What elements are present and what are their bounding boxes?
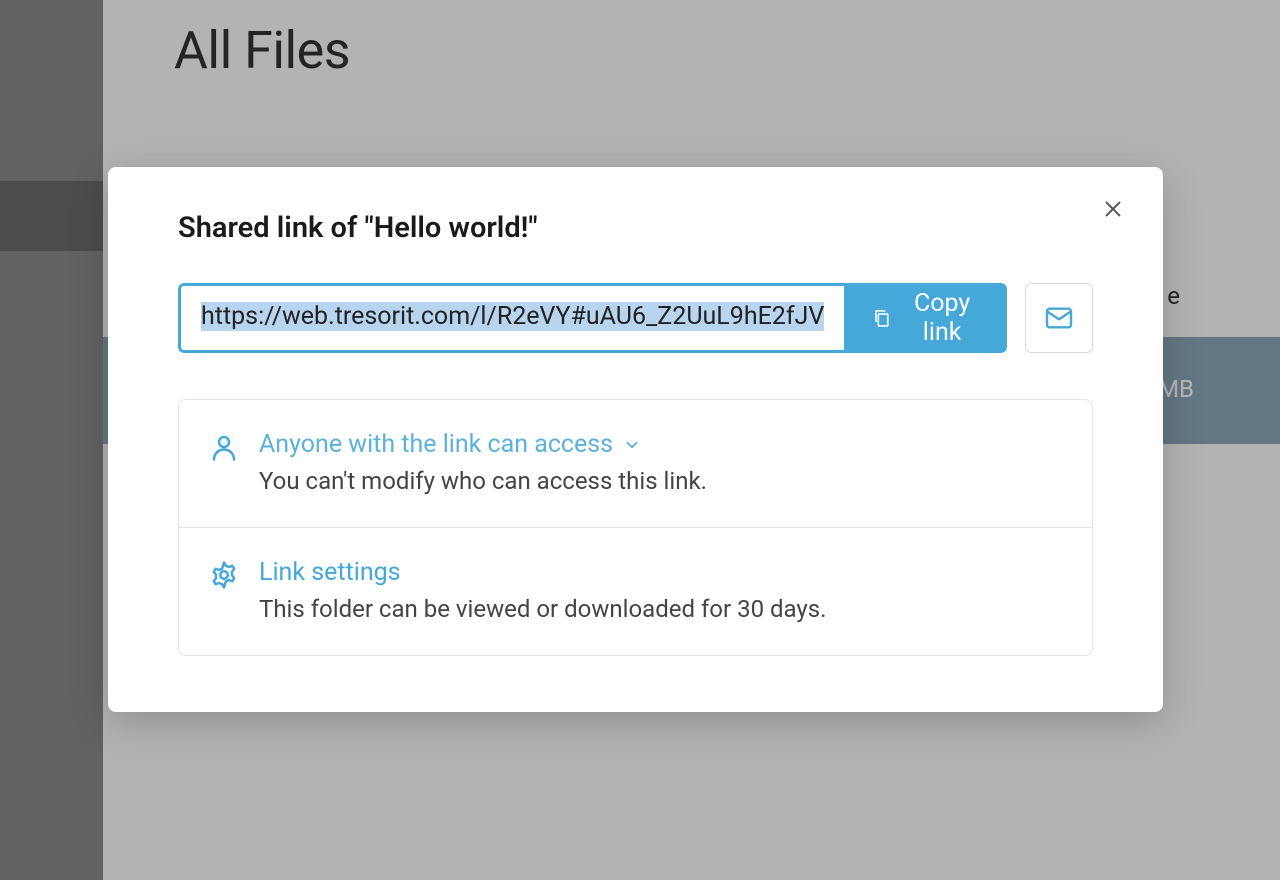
access-section: Anyone with the link can access You can'… [179, 400, 1092, 527]
share-link-input[interactable]: https://web.tresorit.com/l/R2eVY#uAU6_Z2… [178, 283, 844, 353]
copy-link-button[interactable]: Copy link [844, 283, 1007, 353]
share-link-text: https://web.tresorit.com/l/R2eVY#uAU6_Z2… [201, 302, 824, 331]
access-heading-label: Anyone with the link can access [259, 430, 613, 459]
modal-title: Shared link of "Hello world!" [178, 211, 1093, 245]
link-row: https://web.tresorit.com/l/R2eVY#uAU6_Z2… [178, 283, 1093, 353]
link-settings-label: Link settings [259, 558, 401, 587]
shared-link-modal: Shared link of "Hello world!" https://we… [108, 167, 1163, 712]
mail-icon [1043, 302, 1075, 334]
link-settings-section: Link settings This folder can be viewed … [179, 527, 1092, 655]
access-description: You can't modify who can access this lin… [259, 467, 1062, 495]
copy-icon [872, 305, 891, 331]
link-settings-card: Anyone with the link can access You can'… [178, 399, 1093, 656]
access-dropdown[interactable]: Anyone with the link can access [259, 430, 641, 459]
person-icon [209, 432, 239, 462]
gear-icon [209, 560, 239, 590]
link-settings-description: This folder can be viewed or downloaded … [259, 595, 1062, 623]
chevron-down-icon [623, 436, 641, 454]
copy-link-label: Copy link [905, 289, 979, 347]
link-input-group: https://web.tresorit.com/l/R2eVY#uAU6_Z2… [178, 283, 1007, 353]
email-button[interactable] [1025, 283, 1093, 353]
close-icon [1102, 198, 1124, 220]
close-button[interactable] [1097, 193, 1129, 225]
link-settings-button[interactable]: Link settings [259, 558, 401, 587]
